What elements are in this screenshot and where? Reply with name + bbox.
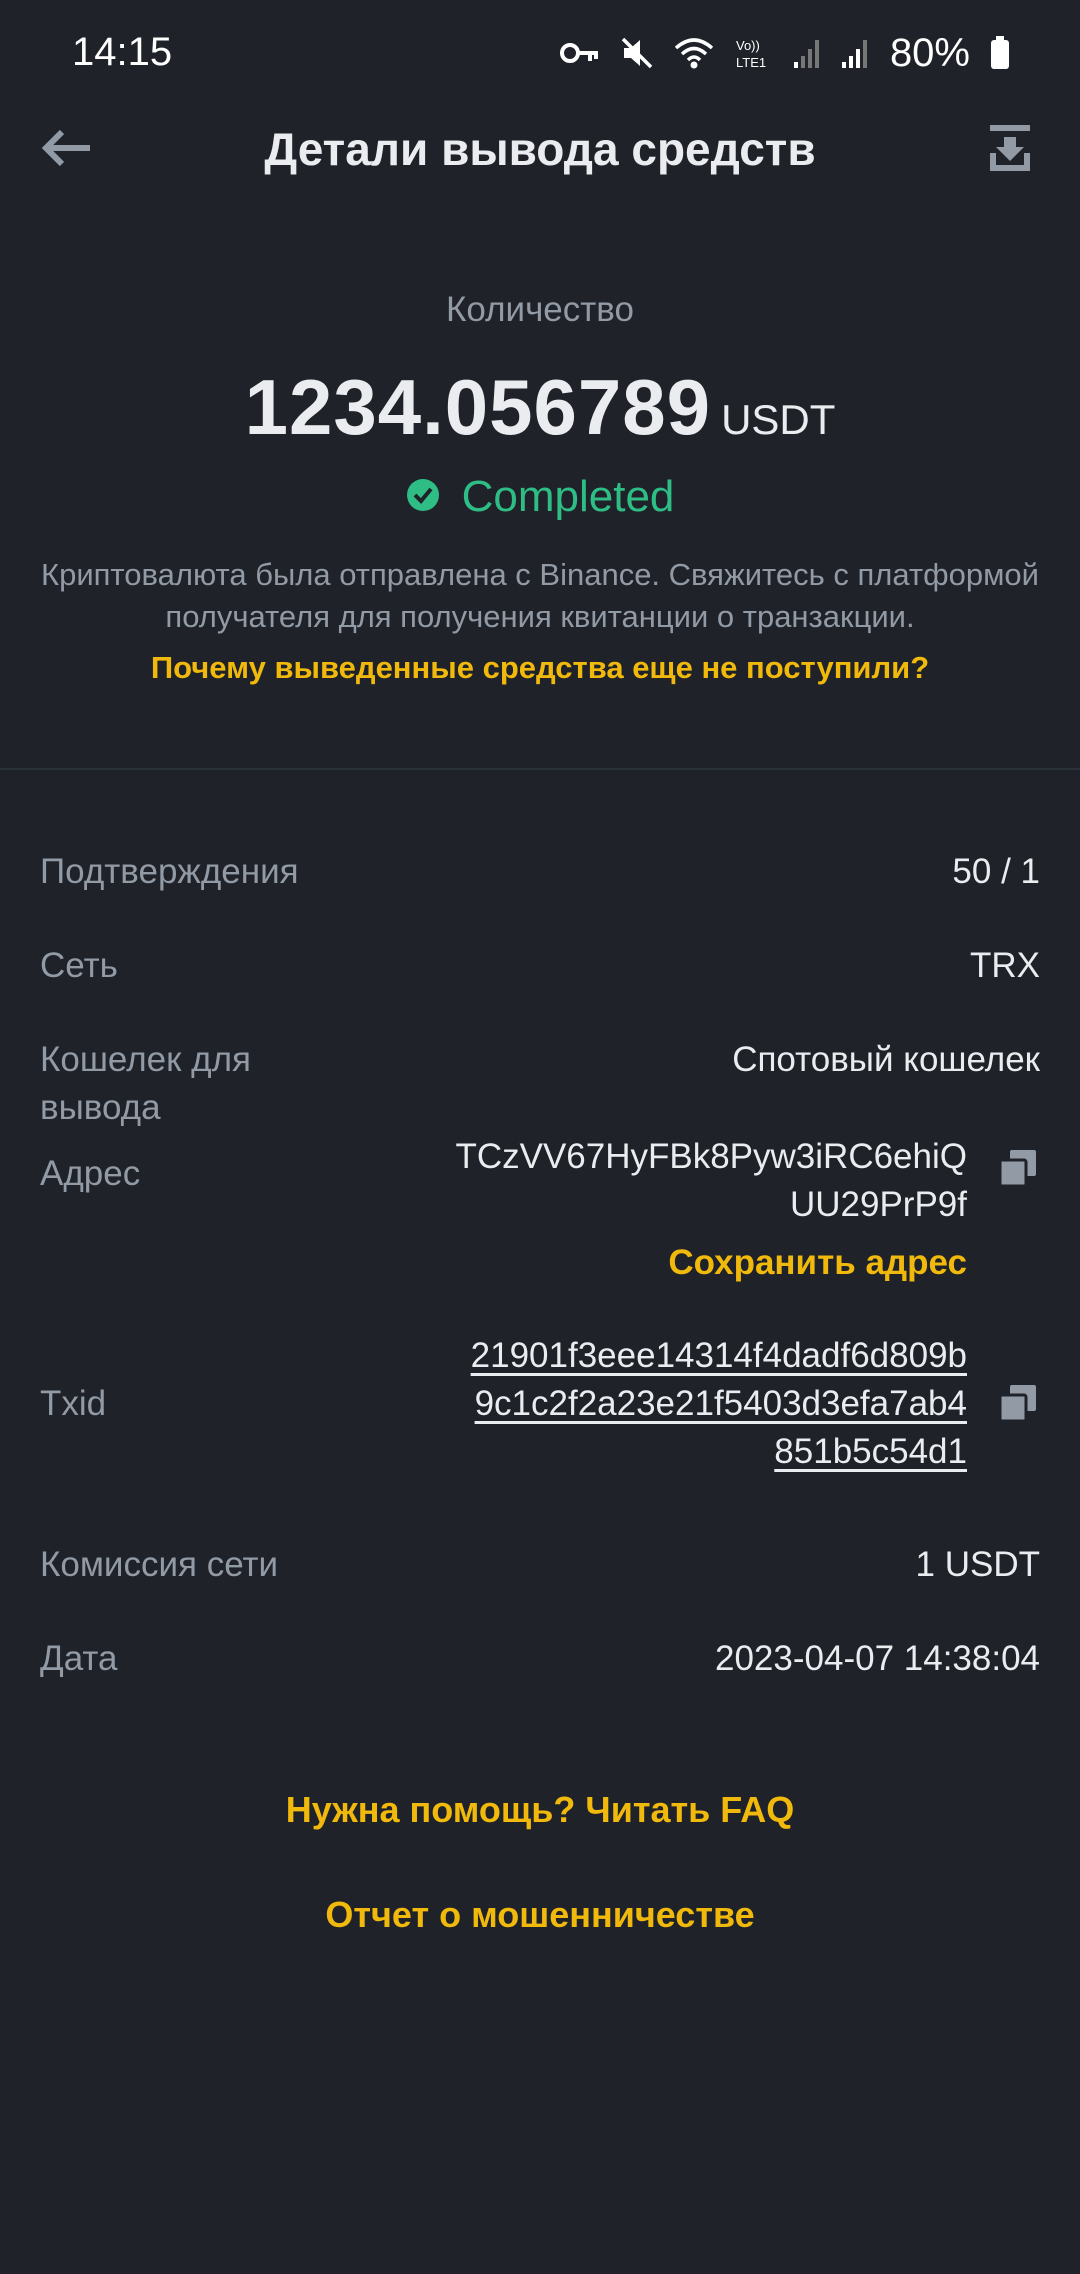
amount-label: Количество	[446, 290, 634, 329]
txid-line: 21901f3eee14314f4dadf6d809b	[470, 1336, 967, 1375]
wallet-value: Спотовый кошелек	[732, 1040, 1040, 1079]
svg-text:Vo)): Vo))	[736, 38, 760, 53]
amount-currency: USDT	[721, 396, 836, 443]
divider	[0, 768, 1080, 770]
status-text: Completed	[461, 472, 675, 521]
network-label: Сеть	[40, 946, 118, 985]
address-value: TCzVV67HyFBk8Pyw3iRC6ehiQ UU29PrP9f	[455, 1133, 967, 1229]
wallet-label: Кошелек для вывода	[40, 1040, 251, 1127]
fee-value: 1 USDT	[915, 1545, 1040, 1584]
save-address-link[interactable]: Сохранить адрес	[668, 1243, 967, 1283]
date-value: 2023-04-07 14:38:04	[715, 1639, 1040, 1678]
copy-address-icon[interactable]	[998, 1148, 1038, 1188]
info-text: Криптовалюта была отправлена с Binance. …	[41, 557, 1039, 634]
vpn-key-icon	[559, 40, 600, 66]
confirmations-value: 50 / 1	[952, 852, 1040, 891]
txid-line: 851b5c54d1	[774, 1432, 967, 1471]
status-bar: 14:15 Vo)) LTE1 80%	[0, 0, 1080, 110]
status-row: Completed	[0, 472, 1080, 522]
check-circle-icon	[406, 478, 440, 517]
battery-icon	[990, 36, 1010, 70]
faq-link[interactable]: Нужна помощь? Читать FAQ	[0, 1789, 1080, 1831]
battery-percent: 80%	[889, 30, 970, 75]
amount-row: 1234.056789 USDT	[0, 362, 1080, 453]
address-label: Адрес	[40, 1154, 141, 1193]
address-line: UU29PrP9f	[789, 1185, 967, 1224]
fee-label: Комиссия сети	[40, 1545, 279, 1584]
txid-label: Txid	[40, 1384, 107, 1423]
wifi-icon	[674, 36, 714, 70]
status-time: 14:15	[72, 30, 173, 74]
page-title: Детали вывода средств	[264, 123, 816, 175]
amount-value: 1234.056789	[244, 363, 712, 451]
network-value: TRX	[970, 946, 1040, 985]
address-line: TCzVV67HyFBk8Pyw3iRC6ehiQ	[455, 1137, 967, 1176]
status-icons: Vo)) LTE1 80%	[559, 30, 1010, 76]
signal-icon	[841, 36, 870, 70]
mute-icon	[620, 36, 654, 70]
fraud-report-link[interactable]: Отчет о мошенничестве	[0, 1894, 1080, 1936]
header: Детали вывода средств	[0, 110, 1080, 190]
download-button[interactable]	[980, 120, 1040, 180]
svg-text:LTE1: LTE1	[736, 55, 766, 70]
volte-icon: Vo)) LTE1	[734, 36, 774, 70]
txid-line: 9c1c2f2a23e21f5403d3efa7ab4	[474, 1384, 967, 1423]
confirmations-label: Подтверждения	[40, 852, 299, 891]
txid-link[interactable]: 21901f3eee14314f4dadf6d809b 9c1c2f2a23e2…	[471, 1332, 967, 1476]
date-label: Дата	[40, 1639, 118, 1678]
copy-txid-icon[interactable]	[998, 1383, 1038, 1423]
signal-icon	[793, 36, 822, 70]
why-not-arrived-link[interactable]: Почему выведенные средства еще не поступ…	[0, 650, 1080, 686]
download-icon	[988, 123, 1032, 178]
